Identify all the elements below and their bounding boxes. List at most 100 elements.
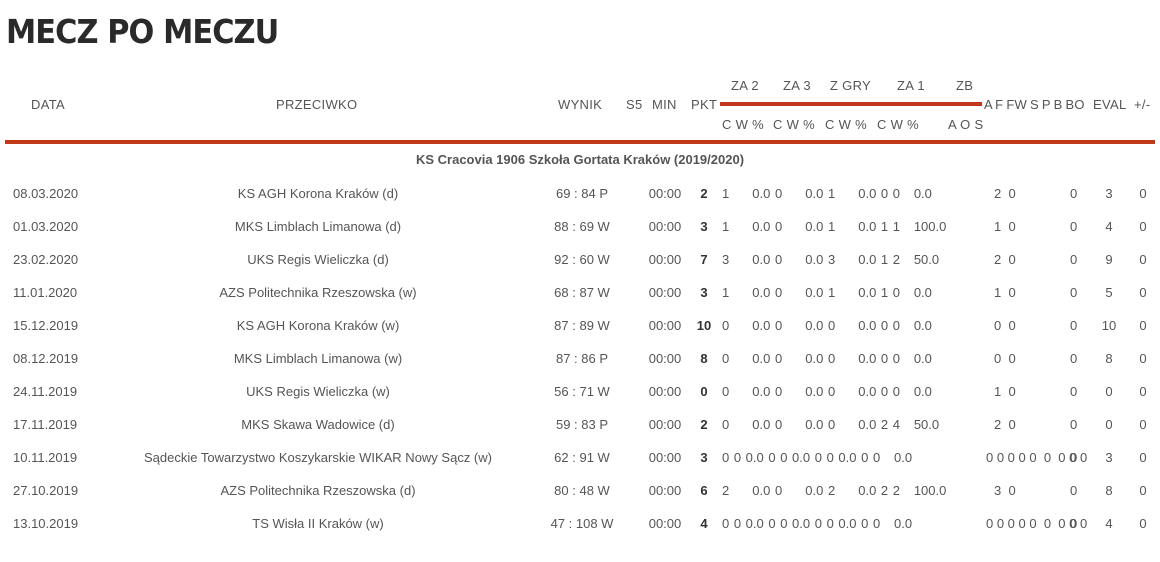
row-pkt: 7 <box>700 252 708 267</box>
row-bo: 0 <box>1070 516 1078 531</box>
row-result: 92 : 60 W <box>554 252 610 267</box>
table-row[interactable]: 17.11.2019 MKS Skawa Wadowice (d) 59 : 83 … <box>0 417 1160 437</box>
table-row[interactable]: 10.11.2019 Sądeckie Towarzystwo Koszykars… <box>0 450 1160 470</box>
table-row[interactable]: 13.10.2019 TS Wisła II Kraków (w) 47 : 108… <box>0 516 1160 536</box>
table-row[interactable]: 11.01.2020 AZS Politechnika Rzeszowska (w… <box>0 285 1160 305</box>
row-bo: 0 <box>1070 252 1078 267</box>
header-min[interactable]: MIN <box>652 97 677 112</box>
row-date: 01.03.2020 <box>13 219 79 234</box>
row-pkt: 4 <box>700 516 708 531</box>
row-date: 15.12.2019 <box>13 318 79 333</box>
row-pkt: 10 <box>696 318 712 333</box>
header-sub-zb[interactable]: A O S <box>948 117 983 132</box>
row-date: 10.11.2019 <box>13 450 78 465</box>
row-pkt: 2 <box>700 186 708 201</box>
row-date: 27.10.2019 <box>13 483 79 498</box>
row-stats: 3 0.0 0 0.0 3 0.0 1 2 50.0 <box>722 252 940 267</box>
row-eval: 3 <box>1105 186 1113 201</box>
row-opponent: KS AGH Korona Kraków (d) <box>237 186 399 201</box>
row-pm: 0 <box>1139 285 1147 300</box>
row-result: 47 : 108 W <box>550 516 614 531</box>
row-afrest: 1 0 <box>994 285 1016 300</box>
row-date: 11.01.2020 <box>13 285 78 300</box>
row-afrest: 1 0 <box>994 384 1016 399</box>
row-pm: 0 <box>1139 450 1147 465</box>
row-eval: 3 <box>1105 450 1113 465</box>
row-date: 08.03.2020 <box>13 186 79 201</box>
row-opponent: TS Wisła II Kraków (w) <box>252 516 384 531</box>
row-min: 00:00 <box>648 483 682 498</box>
row-afrest: 0 0 <box>994 351 1016 366</box>
row-afrest: 0 0 <box>994 318 1016 333</box>
row-date: 17.11.2019 <box>13 417 78 432</box>
row-stats: 1 0.0 0 0.0 1 0.0 0 0 0.0 <box>722 186 932 201</box>
table-row[interactable]: 15.12.2019 KS AGH Korona Kraków (w) 87 : 8… <box>0 318 1160 338</box>
row-pkt: 8 <box>700 351 708 366</box>
row-bo: 0 <box>1070 384 1078 399</box>
row-min: 00:00 <box>648 285 682 300</box>
row-bo: 0 <box>1070 483 1078 498</box>
table-row[interactable]: 08.12.2019 MKS Limblach Limanowa (w) 87 : … <box>0 351 1160 371</box>
row-min: 00:00 <box>648 252 682 267</box>
row-opponent: AZS Politechnika Rzeszowska (w) <box>219 285 417 300</box>
row-min: 00:00 <box>648 450 682 465</box>
row-opponent: MKS Limblach Limanowa (d) <box>234 219 402 234</box>
table-row[interactable]: 24.11.2019 UKS Regis Wieliczka (w) 56 : 71… <box>0 384 1160 404</box>
row-afrest: 3 0 <box>994 483 1016 498</box>
row-date: 23.02.2020 <box>13 252 79 267</box>
header-data[interactable]: DATA <box>31 97 65 112</box>
row-pm: 0 <box>1139 186 1147 201</box>
table-row[interactable]: 08.03.2020 KS AGH Korona Kraków (d) 69 : 8… <box>0 186 1160 206</box>
table-row[interactable]: 23.02.2020 UKS Regis Wieliczka (d) 92 : 60… <box>0 252 1160 272</box>
row-pm: 0 <box>1139 219 1147 234</box>
team-season-heading: KS Cracovia 1906 Szkoła Gortata Kraków (… <box>415 152 745 167</box>
header-s5[interactable]: S5 <box>626 97 643 112</box>
header-pm[interactable]: +/- <box>1134 97 1150 112</box>
header-sub-za3[interactable]: C W % <box>773 117 815 132</box>
row-pkt: 2 <box>700 417 708 432</box>
row-min: 00:00 <box>648 219 682 234</box>
row-result: 87 : 89 W <box>554 318 610 333</box>
header-pkt[interactable]: PKT <box>691 97 717 112</box>
row-eval: 4 <box>1105 516 1113 531</box>
row-opponent: UKS Regis Wieliczka (d) <box>247 252 389 267</box>
row-pm: 0 <box>1139 483 1147 498</box>
header-eval[interactable]: EVAL <box>1093 97 1126 112</box>
header-za2: ZA 2 <box>731 78 759 93</box>
header-sub-za1[interactable]: C W % <box>877 117 919 132</box>
header-przeciwko[interactable]: PRZECIWKO <box>276 97 357 112</box>
row-min: 00:00 <box>648 186 682 201</box>
row-afrest: 2 0 <box>994 186 1016 201</box>
row-eval: 8 <box>1105 483 1113 498</box>
header-afrest[interactable]: A F FW S P B BO <box>984 97 1085 112</box>
row-pkt: 0 <box>700 384 708 399</box>
header-sub-zgry[interactable]: C W % <box>825 117 867 132</box>
row-result: 69 : 84 P <box>555 186 609 201</box>
row-pm: 0 <box>1139 318 1147 333</box>
row-date: 24.11.2019 <box>13 384 78 399</box>
row-afrest: 2 0 <box>994 252 1016 267</box>
header-zgry: Z GRY <box>830 78 871 93</box>
row-stats: 1 0.0 0 0.0 1 0.0 1 0 0.0 <box>722 285 932 300</box>
row-min: 00:00 <box>648 516 682 531</box>
row-pm: 0 <box>1139 516 1147 531</box>
row-opponent: UKS Regis Wieliczka (w) <box>246 384 390 399</box>
row-bo: 0 <box>1070 417 1078 432</box>
row-min: 00:00 <box>648 318 682 333</box>
row-eval: 0 <box>1105 384 1113 399</box>
table-row[interactable]: 01.03.2020 MKS Limblach Limanowa (d) 88 : … <box>0 219 1160 239</box>
row-opponent: KS AGH Korona Kraków (w) <box>236 318 400 333</box>
row-eval: 4 <box>1105 219 1113 234</box>
row-result: 56 : 71 W <box>554 384 610 399</box>
row-stats: 0 0 0.0 0 0 0.0 0 0 0.0 0 0 0.0 <box>722 516 913 531</box>
page-title: MECZ PO MECZU <box>6 12 279 51</box>
row-result: 62 : 91 W <box>554 450 610 465</box>
table-row[interactable]: 27.10.2019 AZS Politechnika Rzeszowska (d… <box>0 483 1160 503</box>
row-stats: 2 0.0 0 0.0 2 0.0 2 2 100.0 <box>722 483 947 498</box>
header-sub-za2[interactable]: C W % <box>722 117 764 132</box>
row-bo: 0 <box>1070 219 1078 234</box>
row-stats: 0 0 0.0 0 0 0.0 0 0 0.0 0 0 0.0 <box>722 450 913 465</box>
row-eval: 8 <box>1105 351 1113 366</box>
row-pm: 0 <box>1139 417 1147 432</box>
header-wynik[interactable]: WYNIK <box>558 97 602 112</box>
